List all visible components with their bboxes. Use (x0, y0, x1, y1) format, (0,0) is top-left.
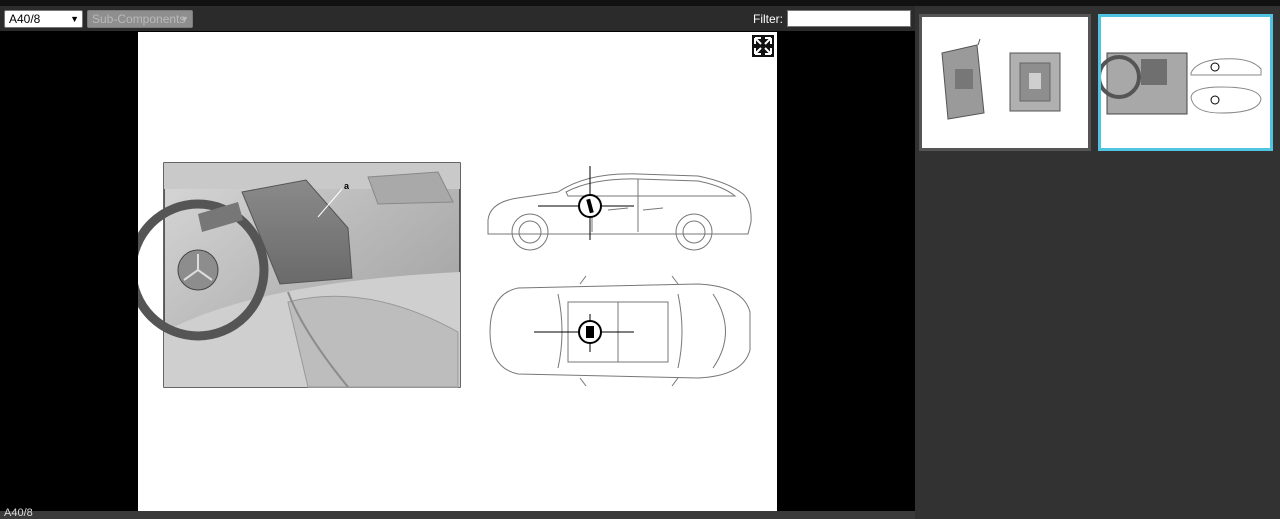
top-view-marker (534, 314, 634, 352)
car-top-view (489, 275, 751, 387)
subcomponents-select-value: Sub-Components (92, 12, 186, 26)
thumbnail-2[interactable] (1097, 14, 1273, 151)
filter-label: Filter: (753, 12, 783, 26)
car-side-view (487, 173, 752, 251)
status-text: A40/8 (4, 507, 33, 519)
subcomponents-select[interactable]: Sub-Components ▼ (87, 10, 193, 28)
toolbar: A40/8 ▼ Sub-Components ▼ Filter: (0, 6, 915, 31)
location-diagram: a (127, 162, 752, 388)
interior-photo (127, 162, 461, 388)
thumbnail-pane (915, 6, 1280, 519)
filter-input[interactable] (787, 10, 911, 27)
expand-icon-graphic (754, 37, 772, 55)
main-pane: A40/8 ▼ Sub-Components ▼ Filter: a (0, 6, 915, 519)
component-select[interactable]: A40/8 ▼ (4, 10, 83, 28)
side-view-marker (538, 166, 634, 240)
status-bar (0, 511, 915, 519)
chevron-down-icon: ▼ (180, 14, 189, 24)
thumbnail-1-image (941, 38, 1061, 120)
expand-icon[interactable] (752, 35, 774, 57)
thumbnail-2-image (1097, 52, 1262, 115)
thumbnail-1[interactable] (919, 14, 1091, 151)
component-select-value: A40/8 (9, 12, 41, 26)
diagram-viewer: a (127, 32, 777, 511)
chevron-down-icon: ▼ (70, 14, 79, 24)
